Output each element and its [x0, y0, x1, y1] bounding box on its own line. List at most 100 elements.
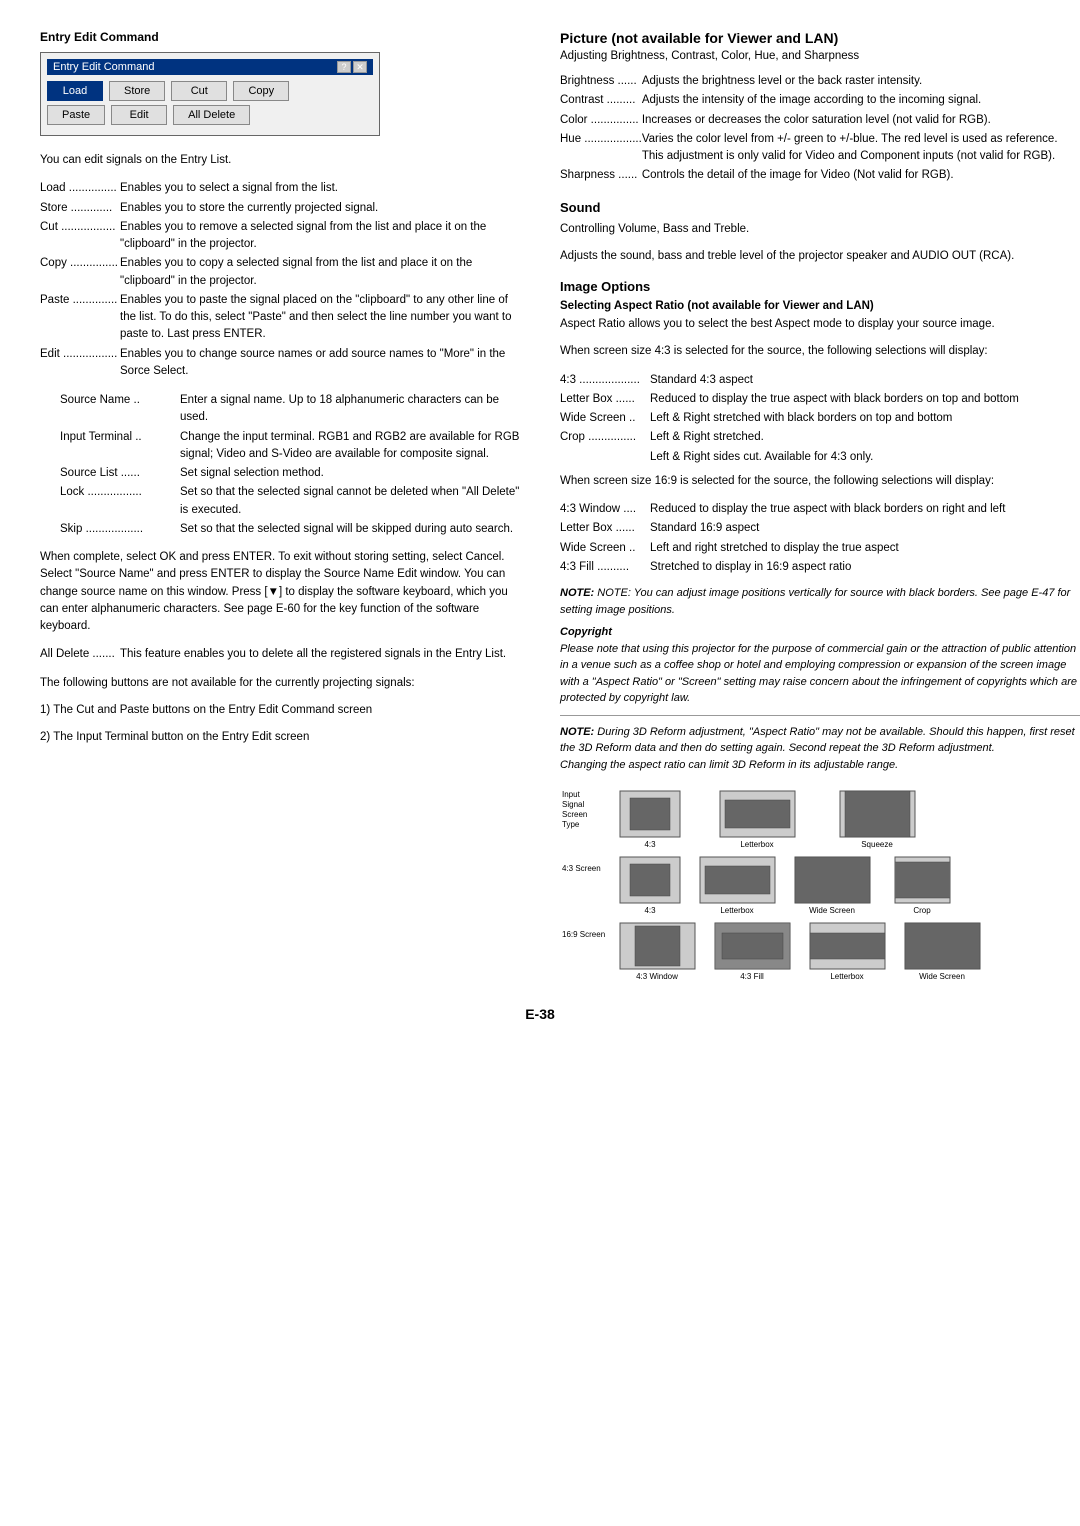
- cut-button[interactable]: Cut: [171, 81, 227, 101]
- item-desc: Varies the color level from +/- green to…: [642, 130, 1080, 167]
- item-desc: Adjusts the brightness level or the back…: [642, 72, 1080, 91]
- item-label: Wide Screen ..: [560, 409, 650, 428]
- sound-title: Sound: [560, 200, 1080, 215]
- svg-text:Crop: Crop: [913, 906, 931, 915]
- list-item: Store ............. Enables you to store…: [40, 199, 520, 218]
- item-desc: Enables you to remove a selected signal …: [120, 218, 520, 255]
- edit-button[interactable]: Edit: [111, 105, 167, 125]
- item-label: Letter Box ......: [560, 519, 650, 538]
- note1-text: NOTE: NOTE: You can adjust image positio…: [560, 585, 1080, 618]
- picture-subtitle: Adjusting Brightness, Contrast, Color, H…: [560, 50, 1080, 62]
- copyright-title: Copyright: [560, 626, 612, 638]
- sub-desc: Set signal selection method.: [180, 464, 520, 483]
- list-item: Load ............... Enables you to sele…: [40, 179, 520, 198]
- sub-desc: Enter a signal name. Up to 18 alphanumer…: [180, 391, 520, 428]
- svg-text:4:3 Fill: 4:3 Fill: [740, 972, 764, 981]
- image-options-title: Image Options: [560, 279, 1080, 294]
- copy-button[interactable]: Copy: [233, 81, 289, 101]
- svg-text:Squeeze: Squeeze: [861, 840, 893, 849]
- list-item: Copy ............... Enables you to copy…: [40, 254, 520, 291]
- item-label: Edit .................: [40, 345, 120, 382]
- item-desc: Controls the detail of the image for Vid…: [642, 166, 1080, 185]
- dialog-title-bar: Entry Edit Command ? ✕: [47, 59, 373, 75]
- item-label: Store .............: [40, 199, 120, 218]
- sub-label: Input Terminal ..: [60, 428, 180, 465]
- when-169-text: When screen size 16:9 is selected for th…: [560, 473, 1080, 490]
- list-item: Color ............... Increases or decre…: [560, 111, 1080, 130]
- edit-sub-list: Source Name .. Enter a signal name. Up t…: [60, 391, 520, 539]
- item-desc: Increases or decreases the color saturat…: [642, 111, 1080, 130]
- item-desc: Standard 16:9 aspect: [650, 519, 1080, 538]
- item-desc: Enables you to change source names or ad…: [120, 345, 520, 382]
- item-label: Wide Screen ..: [560, 539, 650, 558]
- svg-text:Wide Screen: Wide Screen: [809, 906, 855, 915]
- list-item: Source Name .. Enter a signal name. Up t…: [60, 391, 520, 428]
- sound-section: Sound Controlling Volume, Bass and Trebl…: [560, 200, 1080, 266]
- dialog-title: Entry Edit Command: [53, 61, 154, 73]
- when-43-text: When screen size 4:3 is selected for the…: [560, 343, 1080, 360]
- item-label: 4:3 Window ....: [560, 500, 650, 519]
- item-label: Hue ..................: [560, 130, 642, 167]
- list-item: Left & Right sides cut. Available for 4:…: [560, 448, 1080, 467]
- dialog-close-btn[interactable]: ✕: [353, 61, 367, 73]
- load-button[interactable]: Load: [47, 81, 103, 101]
- item-label: 4:3 ...................: [560, 371, 650, 390]
- picture-list: Brightness ...... Adjusts the brightness…: [560, 72, 1080, 186]
- sub-label: Lock .................: [60, 483, 180, 520]
- item-desc: Stretched to display in 16:9 aspect rati…: [650, 558, 1080, 577]
- item-label: 4:3 Fill ..........: [560, 558, 650, 577]
- dialog-help-btn[interactable]: ?: [337, 61, 351, 73]
- item-desc: Left & Right stretched with black border…: [650, 409, 1080, 428]
- dialog-row1: Load Store Cut Copy: [47, 81, 373, 101]
- list-item: Brightness ...... Adjusts the brightness…: [560, 72, 1080, 91]
- list-item: All Delete ....... This feature enables …: [40, 645, 520, 664]
- svg-text:4:3: 4:3: [644, 840, 656, 849]
- item-label: Color ...............: [560, 111, 642, 130]
- list-item: Skip .................. Set so that the …: [60, 520, 520, 539]
- item-desc: Reduced to display the true aspect with …: [650, 390, 1080, 409]
- item-label: Load ...............: [40, 179, 120, 198]
- store-button[interactable]: Store: [109, 81, 165, 101]
- list-item: Cut ................. Enables you to rem…: [40, 218, 520, 255]
- aspect-169-list: 4:3 Window .... Reduced to display the t…: [560, 500, 1080, 577]
- sound-subtitle: Controlling Volume, Bass and Treble.: [560, 221, 1080, 238]
- entry-edit-dialog: Entry Edit Command ? ✕ Load Store Cut Co…: [40, 52, 380, 136]
- list-item: Crop ............... Left & Right stretc…: [560, 428, 1080, 447]
- list-item: Source List ...... Set signal selection …: [60, 464, 520, 483]
- svg-text:16:9 Screen: 16:9 Screen: [562, 930, 605, 939]
- paste-button[interactable]: Paste: [47, 105, 105, 125]
- list-item: Letter Box ...... Standard 16:9 aspect: [560, 519, 1080, 538]
- picture-title: Picture (not available for Viewer and LA…: [560, 30, 1080, 46]
- list-item: 4:3 Window .... Reduced to display the t…: [560, 500, 1080, 519]
- item-label: Crop ...............: [560, 428, 650, 447]
- left-section-title: Entry Edit Command: [40, 30, 520, 44]
- sub-desc: Change the input terminal. RGB1 and RGB2…: [180, 428, 520, 465]
- divider: [560, 715, 1080, 716]
- svg-text:Type: Type: [562, 820, 580, 829]
- crop-sub: Left & Right sides cut. Available for 4:…: [650, 448, 1080, 467]
- list-item: Wide Screen .. Left & Right stretched wi…: [560, 409, 1080, 428]
- item-label: [560, 448, 650, 467]
- dialog-controls: ? ✕: [337, 61, 367, 73]
- item-desc: This feature enables you to delete all t…: [120, 645, 520, 664]
- selecting-desc: Aspect Ratio allows you to select the be…: [560, 316, 1080, 333]
- list-item: 4:3 Fill .......... Stretched to display…: [560, 558, 1080, 577]
- item-desc: Enables you to select a signal from the …: [120, 179, 520, 198]
- copyright-block: Copyright Please note that using this pr…: [560, 624, 1080, 707]
- sub-label: Source List ......: [60, 464, 180, 483]
- list-item: Hue .................. Varies the color …: [560, 130, 1080, 167]
- all-delete-button[interactable]: All Delete: [173, 105, 250, 125]
- all-delete-item: All Delete ....... This feature enables …: [40, 645, 520, 664]
- svg-text:Letterbox: Letterbox: [740, 840, 773, 849]
- item-desc: Adjusts the intensity of the image accor…: [642, 91, 1080, 110]
- sound-desc: Adjusts the sound, bass and treble level…: [560, 248, 1080, 265]
- item-desc: Reduced to display the true aspect with …: [650, 500, 1080, 519]
- intro-text: You can edit signals on the Entry List.: [40, 152, 520, 169]
- item-desc: Enables you to copy a selected signal fr…: [120, 254, 520, 291]
- list-item: Paste .............. Enables you to past…: [40, 291, 520, 345]
- item-label: Paste ..............: [40, 291, 120, 345]
- svg-text:4:3 Screen: 4:3 Screen: [562, 864, 601, 873]
- list-item: Wide Screen .. Left and right stretched …: [560, 539, 1080, 558]
- svg-text:4:3 Window: 4:3 Window: [636, 972, 678, 981]
- item-desc: Enables you to paste the signal placed o…: [120, 291, 520, 345]
